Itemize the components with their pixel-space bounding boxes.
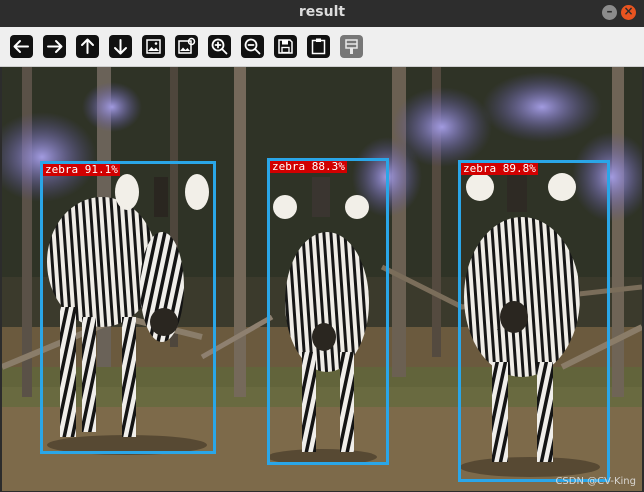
close-icon: × [623,4,634,18]
minimize-icon: – [606,4,613,18]
clipboard-icon [311,38,326,55]
zoom-in-icon [211,38,228,55]
save-icon [278,39,293,54]
up-button[interactable] [76,35,99,58]
clipboard-button[interactable] [307,35,330,58]
down-button[interactable] [109,35,132,58]
properties-button[interactable] [340,35,363,58]
zoom-in-button[interactable] [208,35,231,58]
forward-button[interactable] [43,35,66,58]
image-settings-icon [178,37,196,54]
title-bar[interactable]: result – × [0,0,644,27]
zoom-out-icon [244,38,261,55]
detection-box: zebra 88.3% [267,158,389,465]
arrow-up-icon [81,38,94,54]
detection-box: zebra 89.8% [458,160,610,482]
image-canvas[interactable]: zebra 91.1% zebra 88.3% zebra 89.8% CSDN… [2,67,642,491]
window-title: result [298,4,346,20]
minimize-button[interactable]: – [602,4,617,20]
image-settings-button[interactable] [175,35,198,58]
watermark: CSDN @CV-King [555,476,636,487]
detection-label: zebra 91.1% [43,163,120,176]
close-button[interactable]: × [621,4,636,20]
save-button[interactable] [274,35,297,58]
detection-box: zebra 91.1% [40,161,216,454]
image-button[interactable] [142,35,165,58]
image-icon [146,39,161,54]
arrow-left-icon [13,40,29,53]
app-window: result – × zebra 91.1% zebra 88.3% zebra… [0,0,644,492]
detection-label: zebra 89.8% [461,162,538,175]
arrow-right-icon [47,40,63,53]
detection-label: zebra 88.3% [270,160,347,173]
back-button[interactable] [10,35,33,58]
arrow-down-icon [114,39,127,55]
zoom-out-button[interactable] [241,35,264,58]
toolbar [0,27,644,67]
properties-icon [345,39,358,54]
